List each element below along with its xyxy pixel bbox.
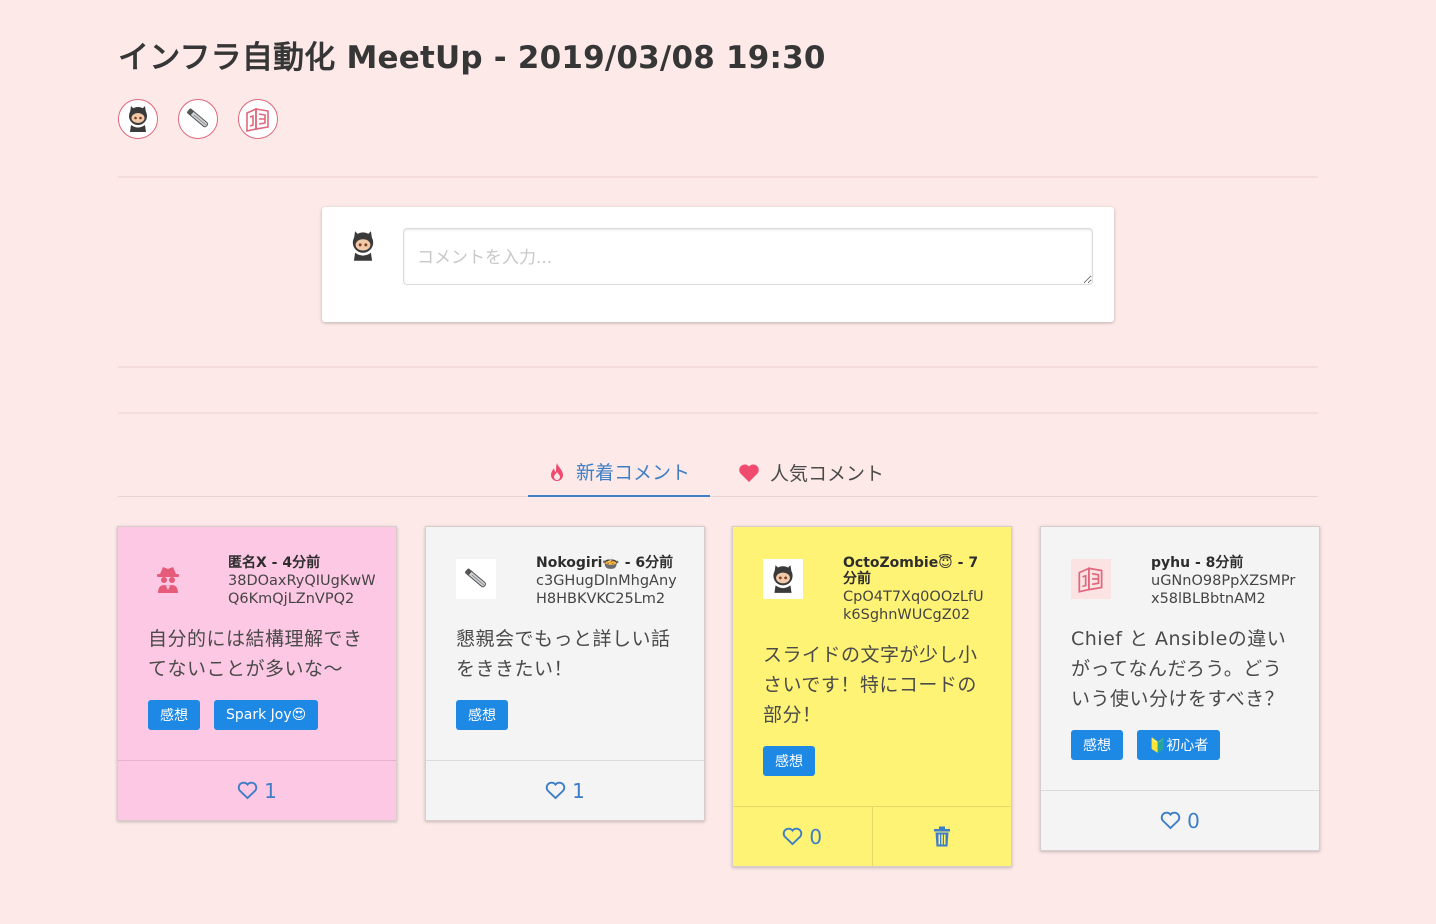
tag-badge[interactable]: 感想 [456,700,508,730]
heart-outline-icon [1160,811,1181,830]
tab-new-label: 新着コメント [576,462,691,484]
like-button[interactable]: 1 [118,761,396,820]
comment-card: pyhu - 8分前 uGNnO98PpXZSMPrx58lBLBbtnAM2 … [1040,526,1320,851]
tag-badge[interactable]: Spark Joy😍 [214,700,319,730]
divider [118,176,1318,178]
delete-button[interactable] [871,807,1012,866]
divider [118,412,1318,414]
like-button[interactable]: 0 [1041,791,1319,850]
octocat-icon [773,565,793,593]
comment-card: OctoZombie😇 - 7分前 CpO4T7Xq0OOzLfUk6SghnW… [732,526,1012,867]
tab-popular-comments[interactable]: 人気コメント [718,450,904,497]
member-list [118,99,278,139]
member-avatar-octocat[interactable] [118,99,158,139]
comment-body: 懇親会でもっと詳しい話をききたい！ [456,628,671,680]
comment-uid: c3GHugDlnMhgAnyH8HBKVKC25Lm2 [536,573,677,607]
comment-tabs: 新着コメント 人気コメント [118,450,1318,497]
heart-outline-icon [545,781,566,800]
comment-card: Nokogiri🍲 - 6分前 c3GHugDlnMhgAnyH8HBKVKC2… [425,526,705,821]
page-title: インフラ自動化 MeetUp - 2019/03/08 19:30 [118,40,826,76]
like-count: 1 [264,778,277,803]
comment-avatar [148,559,188,599]
comment-composer [322,207,1114,322]
comment-avatar [1071,559,1111,599]
comment-input[interactable] [403,228,1093,285]
comment-author: pyhu - 8分前 [1151,555,1244,571]
comment-uid: CpO4T7Xq0OOzLfUk6SghnWUCgZ02 [843,589,984,623]
tab-new-comments[interactable]: 新着コメント [528,450,711,497]
tag-badge[interactable]: 🔰初心者 [1137,730,1221,760]
comment-tags: 感想 Spark Joy😍 [118,684,396,760]
like-count: 0 [809,824,823,849]
like-count: 0 [1187,808,1200,833]
like-count: 1 [572,778,585,803]
comment-author: Nokogiri🍲 - 6分前 [536,555,674,571]
like-button[interactable]: 0 [733,807,872,866]
tag-badge[interactable]: 感想 [148,700,200,730]
heart-outline-icon [783,827,803,846]
like-button[interactable]: 1 [426,761,704,820]
comment-uid: uGNnO98PpXZSMPrx58lBLBbtnAM2 [1151,573,1296,607]
comment-card: 匿名X - 4分前 38DOaxRyQIUgKwWQ6KmQjLZnVPQ2 自… [117,526,397,821]
pyhu-logo-icon [1078,567,1103,593]
comment-body: スライドの文字が少し小さいです！特にコードの部分！ [763,644,978,726]
comment-avatar [456,559,496,599]
comment-avatar [763,559,803,599]
pyhu-logo-icon [246,107,269,132]
fire-icon [551,462,563,481]
nokogiri-icon [465,568,487,588]
composer-avatar [346,229,380,267]
comment-uid: 38DOaxRyQIUgKwWQ6KmQjLZnVPQ2 [228,573,376,607]
divider [118,366,1318,368]
comment-author: OctoZombie😇 - 7分前 [843,555,979,587]
comment-body: Chief と Ansibleの違いがってなんだろう。どういう使い分けをすべき？ [1071,628,1287,710]
member-avatar-nokogiri[interactable] [178,99,218,139]
tag-badge[interactable]: 感想 [763,746,815,776]
trash-icon [933,826,950,847]
member-avatar-pyhu[interactable] [238,99,278,139]
tag-badge[interactable]: 感想 [1071,730,1123,760]
octocat-icon [129,106,147,132]
anonymous-spy-icon [157,567,179,593]
comment-tags: 感想 🔰初心者 [1041,714,1319,790]
comment-tags: 感想 [426,684,704,760]
comment-tags: 感想 [733,730,1011,806]
heart-outline-icon [237,781,258,800]
comment-body: 自分的には結構理解できてないことが多いな〜 [148,628,363,680]
heart-icon [739,463,759,482]
comment-author: 匿名X - 4分前 [228,555,321,571]
nokogiri-icon [187,108,209,128]
tab-popular-label: 人気コメント [770,463,885,485]
octocat-icon [352,231,374,261]
